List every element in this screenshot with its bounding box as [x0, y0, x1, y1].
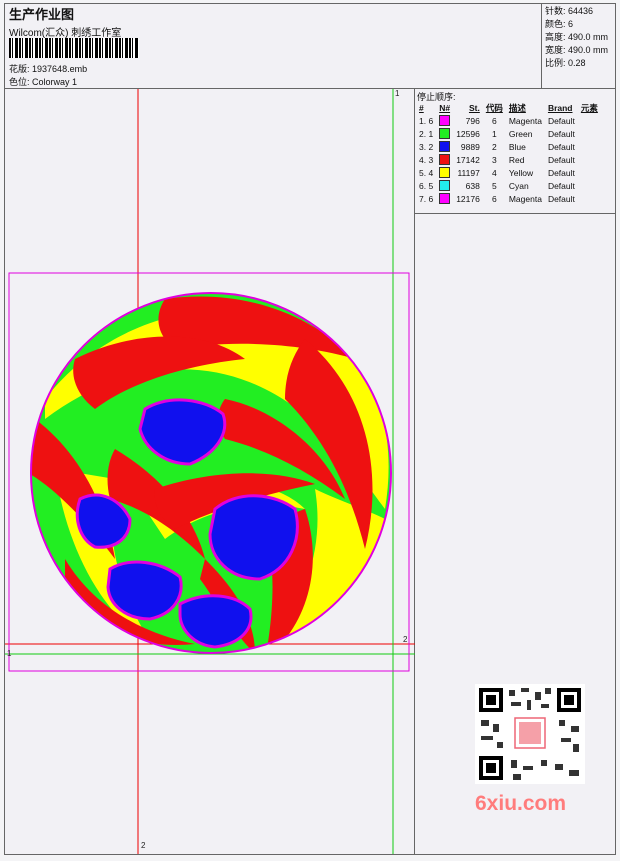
guide-label-1-top: 1 — [395, 89, 400, 98]
guide-label-2-bottom: 2 — [141, 841, 146, 850]
stat-height: 高度: 490.0 mm — [545, 32, 609, 42]
table-row: 5. 4 11197 4 Yellow Default — [419, 167, 575, 179]
stat-width: 宽度: 490.0 mm — [545, 45, 609, 55]
stat-colors: 颜色: 6 — [545, 19, 574, 29]
color-swatch — [439, 180, 451, 192]
barcode — [9, 38, 139, 58]
company-name: Wilcom(汇众) 刺绣工作室 — [9, 28, 122, 39]
table-row: 4. 3 17142 3 Red Default — [419, 154, 575, 166]
table-row: 6. 5 638 5 Cyan Default — [419, 180, 575, 192]
production-worksheet: 生产作业图 Wilcom(汇众) 刺绣工作室 花版: 1937648.emb 色… — [4, 3, 616, 855]
design-file: 1937648.emb — [32, 64, 88, 74]
table-header: # N# St. 代码 描述 Brand 元素 — [419, 102, 598, 113]
stats-box: 针数: 64436 颜色: 6 高度: 490.0 mm 宽度: 490.0 m… — [541, 4, 615, 89]
watermark-site: 6xiu.com — [475, 792, 567, 815]
qr-code-icon — [475, 684, 585, 784]
worksheet-header: 生产作业图 Wilcom(汇众) 刺绣工作室 花版: 1937648.emb 色… — [5, 4, 615, 89]
panel-divider — [415, 213, 615, 214]
color-swatch — [439, 193, 451, 205]
color-sequence-table: # N# St. 代码 描述 Brand 元素 1. 6 796 6 Magenta D… — [416, 101, 601, 205]
seal-logo — [519, 722, 541, 744]
color-swatch — [439, 115, 451, 127]
table-row: 1. 6 796 6 Magenta Default — [419, 115, 575, 127]
colorway-name: Colorway 1 — [32, 77, 78, 87]
stat-stitches: 针数: 64436 — [545, 6, 594, 16]
colorway-label: 色位: — [9, 77, 30, 87]
stop-sequence-panel: 停止顺序: # N# St. 代码 描述 Brand 元素 1. 6 796 6 Ma… — [415, 89, 615, 854]
color-swatch — [439, 154, 451, 166]
design-file-line: 花版: 1937648.emb — [9, 62, 87, 75]
stat-scale: 比例: 0.28 — [545, 58, 586, 68]
color-swatch — [439, 167, 451, 179]
page-title: 生产作业图 — [9, 7, 75, 22]
embroidery-design — [5, 89, 415, 854]
table-row: 2. 1 12596 1 Green Default — [419, 128, 575, 140]
guide-label-1-left: 1 — [7, 649, 12, 658]
design-motif — [31, 293, 391, 653]
guide-label-2-right: 2 — [403, 635, 408, 644]
color-swatch — [439, 128, 451, 140]
design-canvas: 1 1 2 2 — [5, 89, 415, 854]
table-row: 3. 2 9889 2 Blue Default — [419, 141, 575, 153]
color-swatch — [439, 141, 451, 153]
colorway-line: 色位: Colorway 1 — [9, 75, 77, 88]
design-label: 花版: — [9, 64, 30, 74]
table-row: 7. 6 12176 6 Magenta Default — [419, 193, 575, 205]
